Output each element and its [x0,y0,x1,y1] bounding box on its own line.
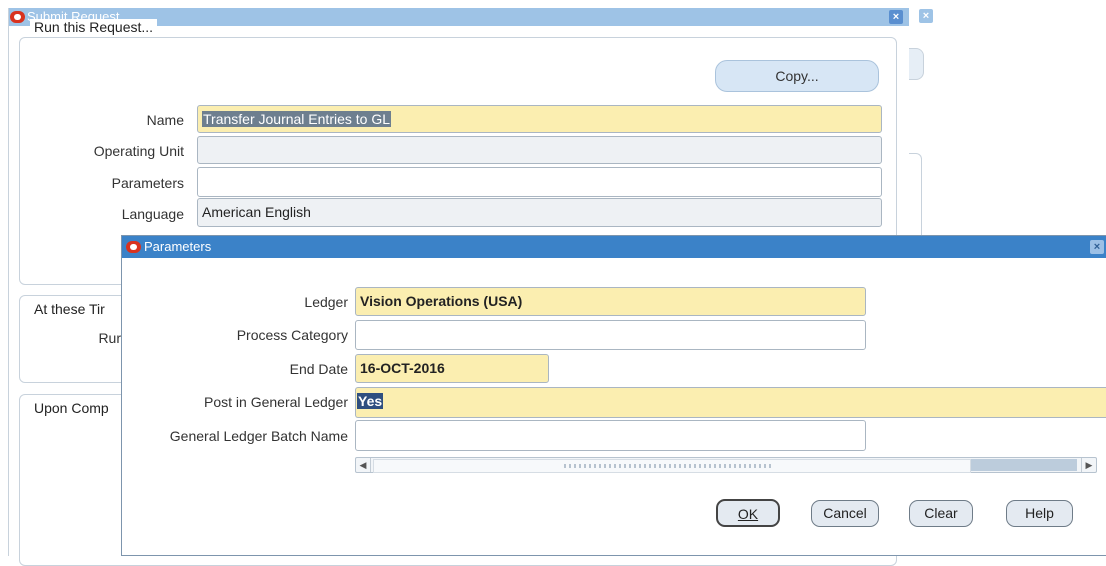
help-button[interactable]: Help [1006,500,1073,527]
background-window-edge-lower [909,153,922,245]
operating-unit-field[interactable] [197,136,882,164]
clear-button[interactable]: Clear [909,500,973,527]
close-icon[interactable]: × [889,10,903,24]
background-close-icon[interactable]: × [919,9,933,23]
scroll-right-arrow-icon[interactable]: ▶ [1081,458,1096,472]
scroll-left-arrow-icon[interactable]: ◀ [356,458,371,472]
times-group-label: At these Tir [30,301,109,317]
post-gl-field[interactable]: Yes [355,387,1106,418]
copy-button-label: Copy... [775,68,819,84]
post-gl-value: Yes [357,393,384,409]
ok-button-label: OK [737,506,759,522]
cancel-button[interactable]: Cancel [811,500,879,527]
dialog-title: Parameters [144,239,212,254]
ledger-field[interactable]: Vision Operations (USA) [355,287,866,316]
process-category-label: Process Category [236,327,348,343]
process-category-field[interactable] [355,320,866,350]
ledger-label: Ledger [304,294,348,310]
background-window [905,8,941,245]
language-field: American English [197,198,882,227]
name-value: Transfer Journal Entries to GL [202,111,392,127]
copy-button[interactable]: Copy... [715,60,879,92]
help-button-label: Help [1025,505,1054,521]
clear-button-label: Clear [924,505,958,521]
parameters-field[interactable] [197,167,882,197]
close-icon[interactable]: × [1090,240,1104,254]
name-label: Name [146,112,184,128]
language-value: American English [202,204,311,220]
ledger-value: Vision Operations (USA) [360,293,523,309]
scrollbar-thumb[interactable] [373,459,971,473]
end-date-field[interactable]: 16-OCT-2016 [355,354,549,383]
scrollbar-grip [564,464,774,468]
language-label: Language [121,206,184,222]
run-request-group-label: Run this Request... [30,19,158,35]
parameters-dialog: Parameters × Ledger Vision Operations (U… [121,235,1106,556]
background-window-edge [909,48,924,80]
operating-unit-label: Operating Unit [93,143,184,159]
horizontal-scrollbar[interactable]: ◀ ▶ [355,457,1097,473]
run-label: Rur [98,330,121,346]
completion-group-label: Upon Comp [30,400,113,416]
oracle-logo-icon [126,241,141,253]
parameters-label: Parameters [111,175,184,191]
gl-batch-name-field[interactable] [355,420,866,451]
gl-batch-name-label: General Ledger Batch Name [169,428,348,444]
oracle-logo-icon [10,11,25,23]
scroll-track[interactable] [971,459,1077,471]
post-gl-label: Post in General Ledger [204,394,348,410]
name-field[interactable]: Transfer Journal Entries to GL [197,105,882,133]
end-date-label: End Date [289,361,348,377]
ok-button[interactable]: OK [716,499,780,527]
cancel-button-label: Cancel [823,505,867,521]
end-date-value: 16-OCT-2016 [360,360,445,376]
parameters-titlebar[interactable]: Parameters × [122,236,1106,258]
